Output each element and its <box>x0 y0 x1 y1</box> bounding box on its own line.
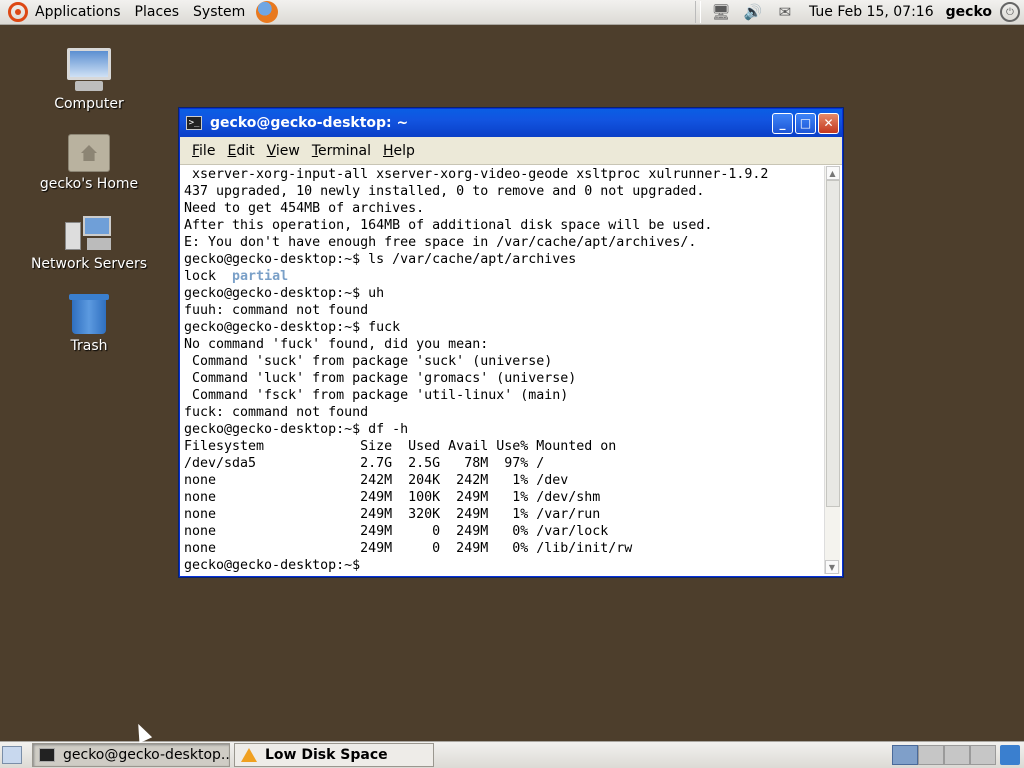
volume-icon[interactable]: 🔊 <box>741 2 765 22</box>
terminal-icon: >_ <box>186 116 202 130</box>
terminal-line: none 249M 0 249M 0% /var/lock <box>184 524 609 539</box>
menu-view-accel: V <box>266 142 276 159</box>
system-menu[interactable]: System <box>186 0 252 25</box>
desktop-icon-computer[interactable]: Computer <box>29 48 149 112</box>
maximize-button[interactable]: □ <box>795 112 816 134</box>
minimize-button[interactable]: _ <box>772 112 793 134</box>
menu-view-rest: iew <box>275 142 300 159</box>
home-folder-icon <box>68 134 110 172</box>
terminal-line: none 249M 320K 249M 1% /var/run <box>184 507 601 522</box>
window-titlebar[interactable]: >_ gecko@gecko-desktop: ~ _ □ ✕ <box>180 109 842 137</box>
terminal-line: 437 upgraded, 10 newly installed, 0 to r… <box>184 184 705 199</box>
desktop-icon-home[interactable]: gecko's Home <box>29 134 149 192</box>
terminal-line: gecko@gecko-desktop:~$ fuck <box>184 320 401 335</box>
mail-indicator-icon[interactable]: ✉ <box>773 2 797 22</box>
places-menu[interactable]: Places <box>128 0 187 25</box>
terminal-line: fuuh: command not found <box>184 303 369 318</box>
ubuntu-logo-icon[interactable] <box>8 2 28 22</box>
terminal-line: gecko@gecko-desktop:~$ df -h <box>184 422 409 437</box>
top-panel: Applications Places System 🖥 🔊 ✉ Tue Feb… <box>0 0 1024 25</box>
terminal-line: Filesystem Size Used Avail Use% Mounted … <box>184 439 617 454</box>
close-button[interactable]: ✕ <box>818 112 839 134</box>
terminal-output[interactable]: xserver-xorg-input-all xserver-xorg-vide… <box>182 166 826 574</box>
menu-edit-rest: dit <box>236 142 255 159</box>
terminal-line: gecko@gecko-desktop:~$ uh <box>184 286 385 301</box>
menu-edit-accel: E <box>227 142 237 159</box>
mouse-cursor-icon <box>131 720 153 744</box>
menu-help-accel: H <box>383 142 394 159</box>
menu-view[interactable]: View <box>261 143 306 159</box>
desktop-icon-label: Trash <box>70 338 108 354</box>
terminal-line: Need to get 454MB of archives. <box>184 201 425 216</box>
desktop-icon-network-servers[interactable]: Network Servers <box>29 216 149 272</box>
scroll-up-arrow-icon[interactable]: ▲ <box>825 166 840 180</box>
workspace-1[interactable] <box>892 745 918 765</box>
menu-terminal-rest: erminal <box>318 142 371 159</box>
terminal-line: After this operation, 164MB of additiona… <box>184 218 713 233</box>
network-manager-icon[interactable]: 🖥 <box>709 2 733 22</box>
terminal-line: none 249M 0 249M 0% /lib/init/rw <box>184 541 633 556</box>
menu-file-accel: F <box>192 142 200 159</box>
trash-icon <box>69 294 109 334</box>
terminal-scrollbar[interactable]: ▲ ▼ <box>824 166 840 574</box>
scroll-down-arrow-icon[interactable]: ▼ <box>825 560 839 574</box>
terminal-line: fuck: command not found <box>184 405 369 420</box>
desktop-icon-label: gecko's Home <box>39 176 139 192</box>
menu-file-rest: ile <box>199 142 216 159</box>
dir-entry-lock: lock <box>184 269 233 284</box>
window-title: gecko@gecko-desktop: ~ <box>210 115 409 131</box>
terminal-line: lock partial <box>184 268 826 285</box>
network-servers-icon <box>65 216 113 252</box>
desktop-icon-label: Network Servers <box>30 256 148 272</box>
menu-help-rest: elp <box>393 142 415 159</box>
workspace-3[interactable] <box>944 745 970 765</box>
firefox-launcher-icon[interactable] <box>256 1 279 23</box>
taskbar-item-low-disk-space[interactable]: Low Disk Space <box>234 743 434 767</box>
user-switcher[interactable]: gecko <box>942 4 996 20</box>
terminal-line: gecko@gecko-desktop:~$ ls /var/cache/apt… <box>184 252 577 267</box>
terminal-window[interactable]: >_ gecko@gecko-desktop: ~ _ □ ✕ File Edi… <box>179 108 843 577</box>
taskbar-item-label: Low Disk Space <box>265 747 388 763</box>
desktop-icon-label: Computer <box>54 96 124 112</box>
terminal-line: none 242M 204K 242M 1% /dev <box>184 473 569 488</box>
applications-menu[interactable]: Applications <box>28 0 128 25</box>
window-controls: _ □ ✕ <box>770 112 839 134</box>
terminal-icon <box>39 748 55 762</box>
panel-tray: 🖥 🔊 ✉ Tue Feb 15, 07:16 gecko ⏻ <box>694 0 1024 25</box>
workspace-2[interactable] <box>918 745 944 765</box>
terminal-menubar: File Edit View Terminal Help <box>180 137 842 165</box>
clock[interactable]: Tue Feb 15, 07:16 <box>801 4 942 20</box>
menu-terminal[interactable]: Terminal <box>306 143 377 159</box>
trash-applet-icon[interactable] <box>1000 745 1020 765</box>
show-desktop-icon[interactable] <box>2 746 22 764</box>
terminal-line: Command 'fsck' from package 'util-linux'… <box>184 388 569 403</box>
terminal-line: xserver-xorg-input-all xserver-xorg-vide… <box>184 167 769 182</box>
terminal-line: Command 'suck' from package 'suck' (univ… <box>184 354 553 369</box>
power-icon[interactable]: ⏻ <box>1000 2 1020 22</box>
taskbar-item-label: gecko@gecko-desktop... <box>63 747 230 763</box>
bottom-panel: gecko@gecko-desktop... Low Disk Space <box>0 741 1024 768</box>
terminal-line: No command 'fuck' found, did you mean: <box>184 337 489 352</box>
menu-file[interactable]: File <box>186 143 221 159</box>
computer-icon <box>65 48 113 92</box>
panel-separator <box>694 1 701 23</box>
warning-icon <box>241 748 257 762</box>
terminal-line: Command 'luck' from package 'gromacs' (u… <box>184 371 577 386</box>
terminal-prompt[interactable]: gecko@gecko-desktop:~$ <box>184 557 826 574</box>
menu-edit[interactable]: Edit <box>221 143 260 159</box>
workspace-4[interactable] <box>970 745 996 765</box>
dir-entry-partial: partial <box>232 269 289 284</box>
desktop-icon-trash[interactable]: Trash <box>29 294 149 354</box>
taskbar-item-terminal[interactable]: gecko@gecko-desktop... <box>32 743 230 767</box>
scrollbar-thumb[interactable] <box>826 180 840 507</box>
workspace-switcher <box>892 745 996 765</box>
terminal-line: none 249M 100K 249M 1% /dev/shm <box>184 490 601 505</box>
terminal-line: E: You don't have enough free space in /… <box>184 235 697 250</box>
menu-help[interactable]: Help <box>377 143 421 159</box>
terminal-line: /dev/sda5 2.7G 2.5G 78M 97% / <box>184 456 545 471</box>
